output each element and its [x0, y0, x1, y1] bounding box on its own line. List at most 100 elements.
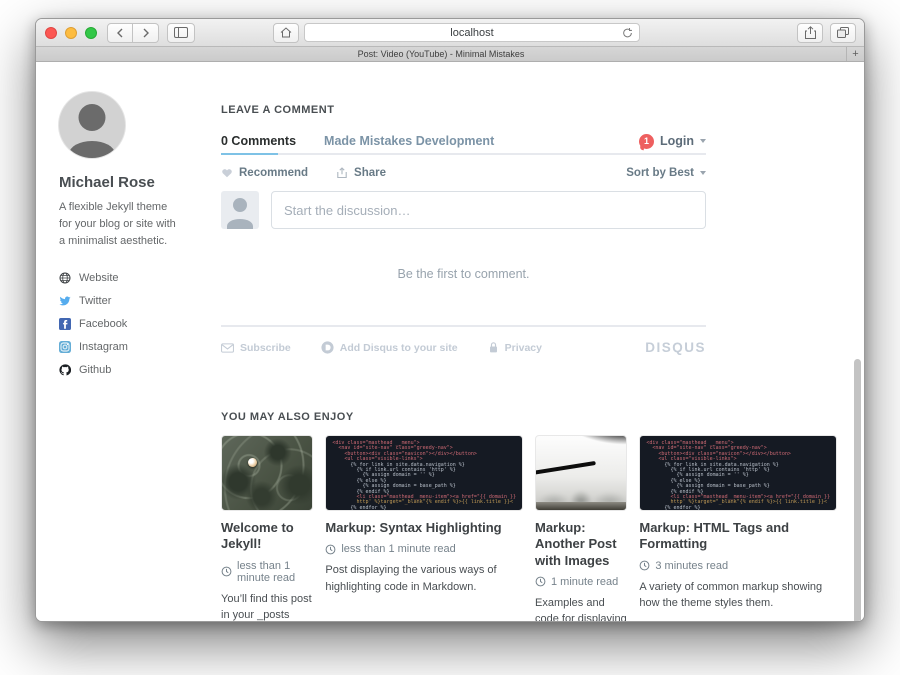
related-post-card[interactable]: <div class="masthead __menu"> <nav id="s…	[325, 435, 523, 622]
chevron-right-icon	[142, 28, 150, 38]
scrollbar-thumb[interactable]	[854, 359, 861, 622]
clock-icon	[639, 560, 650, 571]
disqus-d-icon	[321, 341, 334, 354]
code-screenshot: <div class="masthead __menu"> <nav id="s…	[640, 436, 836, 510]
minimize-window-button[interactable]	[65, 27, 77, 39]
caret-down-icon	[700, 171, 706, 175]
post-thumbnail[interactable]: <div class="masthead __menu"> <nav id="s…	[639, 435, 837, 511]
privacy-label: Privacy	[505, 342, 542, 354]
disqus-embed: 0 Comments Made Mistakes Development 1 L…	[221, 129, 706, 355]
post-title[interactable]: Markup: Syntax Highlighting	[325, 520, 523, 536]
post-thumbnail[interactable]	[221, 435, 313, 511]
author-bio: A flexible Jekyll theme for your blog or…	[59, 199, 177, 250]
close-window-button[interactable]	[45, 27, 57, 39]
related-posts-section: YOU MAY ALSO ENJOY Welcome to Jekyll!les…	[221, 411, 837, 622]
author-sidebar: Michael Rose A flexible Jekyll theme for…	[59, 92, 199, 387]
clock-icon	[325, 544, 336, 555]
sort-menu[interactable]: Sort by Best	[626, 167, 706, 179]
twitter-icon	[59, 295, 71, 307]
clock-icon	[535, 576, 546, 587]
heart-icon	[221, 167, 233, 179]
notification-badge[interactable]: 1	[639, 134, 654, 149]
window-controls	[45, 27, 97, 39]
login-menu[interactable]: 1 Login	[639, 134, 706, 149]
disqus-actions: Recommend Share Sort by Best	[221, 164, 706, 182]
new-tab-button[interactable]: +	[846, 47, 864, 61]
active-tab-underline	[221, 153, 278, 155]
instagram-icon	[59, 341, 71, 353]
sort-label: Sort by Best	[626, 167, 694, 179]
code-screenshot: <div class="masthead __menu"> <nav id="s…	[326, 436, 522, 510]
sidebar-icon	[174, 27, 188, 38]
related-post-card[interactable]: Welcome to Jekyll!less than 1 minute rea…	[221, 435, 313, 622]
home-icon	[280, 27, 292, 38]
recommend-button[interactable]: Recommend	[221, 167, 308, 179]
history-buttons	[107, 23, 159, 43]
reload-icon	[622, 27, 633, 39]
sidebar-link-label: Website	[79, 272, 119, 284]
related-post-card[interactable]: <div class="masthead __menu"> <nav id="s…	[639, 435, 837, 622]
share-label: Share	[354, 167, 386, 179]
comments-heading: LEAVE A COMMENT	[221, 104, 837, 116]
tab-comments[interactable]: 0 Comments	[221, 134, 296, 148]
add-disqus-link[interactable]: Add Disqus to your site	[321, 341, 458, 354]
sidebar-link-instagram[interactable]: Instagram	[59, 341, 199, 353]
empty-comments-message: Be the first to comment.	[221, 267, 706, 281]
privacy-link[interactable]: Privacy	[488, 341, 542, 354]
facebook-icon	[59, 318, 71, 330]
subscribe-label: Subscribe	[240, 342, 291, 354]
tab-bar: Post: Video (YouTube) - Minimal Mistakes…	[36, 47, 864, 62]
related-post-card[interactable]: Markup: Another Post with Images 1 minute…	[535, 435, 627, 622]
sidebar-link-website[interactable]: Website	[59, 272, 199, 284]
chevron-left-icon	[116, 28, 124, 38]
avatar-silhouette	[79, 104, 106, 131]
pearl-highlight	[248, 458, 257, 467]
tab-community[interactable]: Made Mistakes Development	[324, 134, 494, 148]
browser-titlebar[interactable]: localhost	[36, 19, 864, 47]
forward-button[interactable]	[133, 23, 159, 43]
recommend-label: Recommend	[239, 167, 308, 179]
post-title[interactable]: Markup: HTML Tags and Formatting	[639, 520, 837, 553]
post-thumbnail[interactable]: <div class="masthead __menu"> <nav id="s…	[325, 435, 523, 511]
sidebar-link-label: Github	[79, 364, 111, 376]
home-button[interactable]	[273, 23, 299, 43]
sidebar-toggle-button[interactable]	[167, 23, 195, 43]
active-tab[interactable]: Post: Video (YouTube) - Minimal Mistakes	[36, 47, 846, 61]
post-read-time: 3 minutes read	[639, 560, 837, 572]
caret-down-icon	[700, 139, 706, 143]
disqus-logo[interactable]: DISQUS	[645, 340, 706, 355]
reload-button[interactable]	[622, 26, 633, 44]
zoom-window-button[interactable]	[85, 27, 97, 39]
disqus-footer: Subscribe Add Disqus to your site Privac…	[221, 325, 706, 355]
sidebar-link-twitter[interactable]: Twitter	[59, 295, 199, 307]
post-read-time: less than 1 minute read	[325, 543, 523, 555]
comment-input[interactable]	[271, 191, 706, 229]
post-read-time: 1 minute read	[535, 576, 627, 588]
disqus-tabs: 0 Comments Made Mistakes Development 1 L…	[221, 129, 706, 155]
author-name: Michael Rose	[59, 174, 199, 191]
back-button[interactable]	[107, 23, 133, 43]
share-arrow-icon	[336, 167, 348, 179]
sidebar-link-label: Facebook	[79, 318, 127, 330]
author-links: Website Twitter Facebook Instagram Github	[59, 272, 199, 376]
subscribe-link[interactable]: Subscribe	[221, 342, 291, 354]
envelope-icon	[221, 343, 234, 353]
post-excerpt: A variety of common markup showing how t…	[639, 579, 837, 612]
post-title[interactable]: Markup: Another Post with Images	[535, 520, 627, 569]
sidebar-link-facebook[interactable]: Facebook	[59, 318, 199, 330]
post-title[interactable]: Welcome to Jekyll!	[221, 520, 313, 553]
post-thumbnail[interactable]	[535, 435, 627, 511]
github-icon	[59, 364, 71, 376]
post-excerpt: Post displaying the various ways of high…	[325, 562, 523, 595]
add-disqus-label: Add Disqus to your site	[340, 342, 458, 354]
tabs-icon	[837, 27, 849, 38]
share-comments-button[interactable]: Share	[336, 167, 386, 179]
lock-icon	[488, 341, 499, 354]
url-text: localhost	[450, 27, 493, 39]
address-bar[interactable]: localhost	[304, 23, 640, 42]
share-button[interactable]	[797, 23, 823, 43]
tab-overview-button[interactable]	[830, 23, 856, 43]
tab-title: Post: Video (YouTube) - Minimal Mistakes	[358, 49, 525, 59]
page-viewport: Michael Rose A flexible Jekyll theme for…	[36, 62, 864, 622]
sidebar-link-github[interactable]: Github	[59, 364, 199, 376]
